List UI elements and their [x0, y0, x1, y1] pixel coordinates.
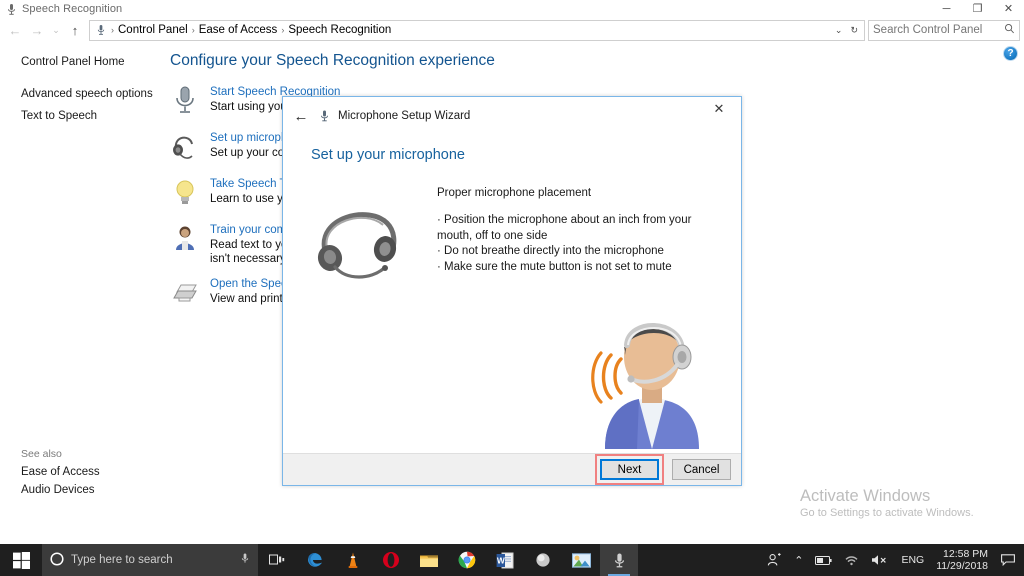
headset-image	[309, 185, 429, 453]
activate-windows-watermark: Activate Windows Go to Settings to activ…	[800, 487, 974, 521]
battery-icon[interactable]	[809, 555, 838, 566]
address-bar-actions: ⌄ ↻	[831, 25, 862, 36]
sidebar-item-control-panel-home[interactable]: Control Panel Home	[21, 54, 168, 70]
dialog-heading: Set up your microphone	[311, 147, 465, 163]
see-also-section: See also Ease of Access Audio Devices	[21, 448, 171, 502]
search-icon	[1004, 23, 1015, 37]
see-also-header: See also	[21, 448, 62, 460]
printer-icon	[170, 276, 202, 312]
page-title: Configure your Speech Recognition experi…	[170, 52, 495, 69]
microphone-icon	[6, 3, 17, 16]
refresh-icon[interactable]: ↻	[846, 25, 862, 36]
desktop-screen: Speech Recognition ─ ❐ ✕ ← → ⌄ ↑ › Contr…	[0, 0, 1024, 576]
picture-icon[interactable]	[562, 544, 600, 576]
forward-button[interactable]: →	[26, 19, 48, 41]
breadcrumb-control-panel[interactable]: Control Panel	[115, 24, 191, 36]
wifi-icon[interactable]	[838, 554, 865, 566]
window-controls: ─ ❐ ✕	[931, 0, 1024, 18]
word-icon[interactable]: W	[486, 544, 524, 576]
microphone-icon	[315, 109, 333, 123]
svg-text:W: W	[497, 555, 505, 565]
dialog-header: ← Microphone Setup Wizard	[283, 97, 741, 135]
taskbar: Type here to search W ⌃ ENG 12:58 PM 11/…	[0, 544, 1024, 576]
dialog-footer: Next Cancel	[283, 453, 741, 485]
clock-date: 11/29/2018	[936, 560, 988, 572]
cortana-circle-icon	[50, 551, 64, 569]
microphone-setup-wizard-dialog: ✕ ← Microphone Setup Wizard Set up your …	[282, 96, 742, 486]
people-icon[interactable]	[761, 553, 788, 567]
system-tray: ⌃ ENG 12:58 PM 11/29/2018	[761, 544, 1024, 576]
volume-mute-icon[interactable]	[865, 554, 894, 566]
recent-locations-button[interactable]: ⌄	[48, 19, 64, 41]
vlc-cone-icon[interactable]	[334, 544, 372, 576]
microphone-icon	[94, 24, 108, 36]
back-button[interactable]: ←	[4, 19, 26, 41]
sidebar: Control Panel Home Advanced speech optio…	[0, 42, 168, 544]
sidebar-item-text-to-speech[interactable]: Text to Speech	[21, 108, 168, 124]
address-bar[interactable]: › Control Panel › Ease of Access › Speec…	[89, 19, 865, 41]
person-with-headset-image	[587, 299, 717, 449]
sphere-icon[interactable]	[524, 544, 562, 576]
dialog-body: Proper microphone placement Position the…	[283, 163, 741, 453]
user-training-icon	[170, 222, 202, 258]
instruction-item: Do not breathe directly into the microph…	[437, 244, 719, 260]
dialog-close-button[interactable]: ✕	[697, 97, 741, 121]
see-also-audio-devices[interactable]: Audio Devices	[21, 484, 171, 496]
search-input[interactable]: Type here to search	[42, 544, 258, 576]
instruction-item: Position the microphone about an inch fr…	[437, 213, 719, 244]
window-titlebar: Speech Recognition ─ ❐ ✕	[0, 0, 1024, 18]
instructions-list: Position the microphone about an inch fr…	[437, 213, 719, 275]
see-also-ease-of-access[interactable]: Ease of Access	[21, 466, 171, 478]
headset-icon	[170, 130, 202, 166]
sidebar-item-advanced-speech-options[interactable]: Advanced speech options	[21, 86, 168, 102]
clock[interactable]: 12:58 PM 11/29/2018	[931, 548, 997, 572]
clock-time: 12:58 PM	[943, 548, 988, 560]
edge-icon[interactable]	[296, 544, 334, 576]
search-placeholder: Type here to search	[71, 554, 173, 566]
watermark-subtitle: Go to Settings to activate Windows.	[800, 507, 974, 519]
folder-icon[interactable]	[410, 544, 448, 576]
chevron-up-icon[interactable]: ⌃	[788, 554, 809, 567]
dialog-back-button[interactable]: ←	[290, 105, 312, 127]
notification-icon[interactable]	[997, 554, 1024, 566]
navigation-toolbar: ← → ⌄ ↑ › Control Panel › Ease of Access…	[0, 18, 1024, 42]
window-title: Speech Recognition	[22, 3, 123, 15]
minimize-button[interactable]: ─	[931, 0, 962, 18]
opera-icon[interactable]	[372, 544, 410, 576]
search-control-panel-input[interactable]: Search Control Panel	[868, 19, 1020, 41]
next-button-highlight: Next	[595, 454, 664, 485]
close-button[interactable]: ✕	[993, 0, 1024, 18]
breadcrumb-ease-of-access[interactable]: Ease of Access	[196, 24, 281, 36]
chevron-down-icon[interactable]: ⌄	[831, 25, 847, 36]
maximize-button[interactable]: ❐	[962, 0, 993, 18]
start-icon[interactable]	[0, 544, 42, 576]
breadcrumb-speech-recognition[interactable]: Speech Recognition	[285, 24, 394, 36]
lightbulb-icon	[170, 176, 202, 212]
search-placeholder: Search Control Panel	[873, 24, 983, 36]
instructions-lead: Proper microphone placement	[437, 187, 592, 199]
up-button[interactable]: ↑	[64, 19, 86, 41]
next-button[interactable]: Next	[600, 459, 659, 480]
watermark-title: Activate Windows	[800, 487, 931, 505]
microphone-icon	[170, 84, 202, 120]
instruction-item: Make sure the mute button is not set to …	[437, 260, 719, 276]
cancel-button[interactable]: Cancel	[672, 459, 731, 480]
task-view-icon[interactable]	[258, 544, 296, 576]
microphone-icon[interactable]	[240, 552, 250, 568]
chrome-icon[interactable]	[448, 544, 486, 576]
dialog-title: Microphone Setup Wizard	[338, 110, 471, 122]
microphone-icon[interactable]	[600, 544, 638, 576]
language-indicator[interactable]: ENG	[894, 554, 931, 566]
